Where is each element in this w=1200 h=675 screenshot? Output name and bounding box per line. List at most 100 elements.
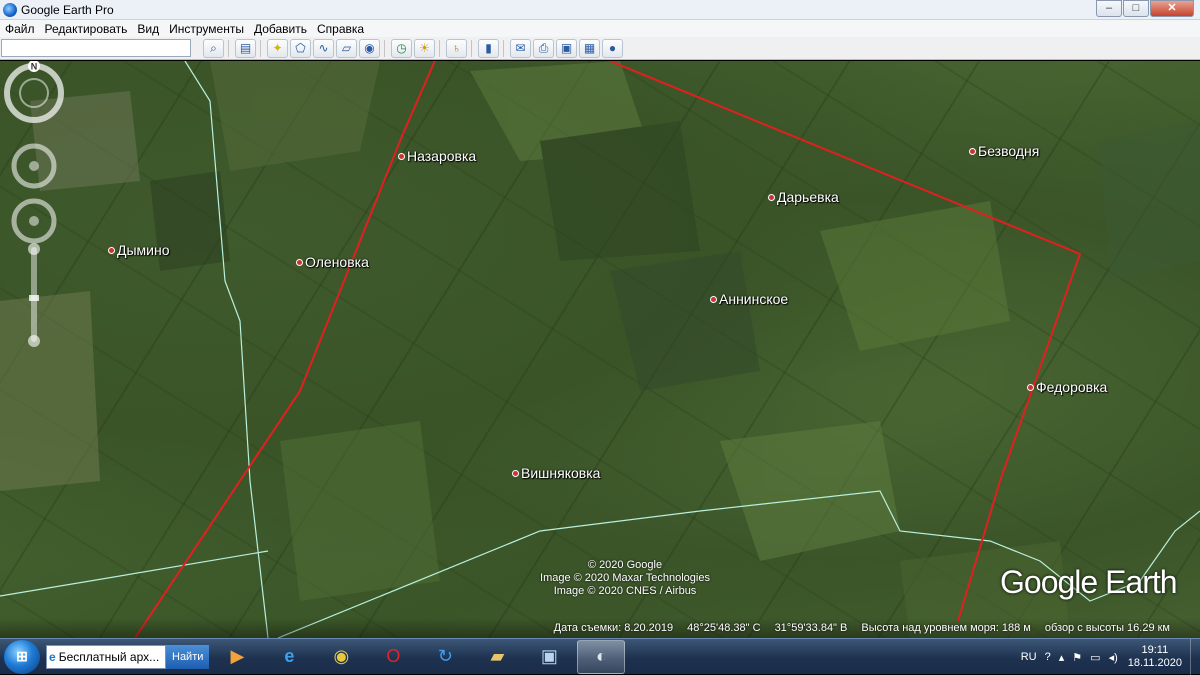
place-dymino[interactable]: Дымино [108, 242, 170, 258]
imagery-date: Дата съемки: 8.20.2019 [553, 622, 674, 634]
menu-tools[interactable]: Инструменты [164, 22, 249, 36]
menu-add[interactable]: Добавить [249, 22, 312, 36]
switch-planet-button[interactable]: ♄ [446, 38, 467, 58]
record-tour-button[interactable]: ◉ [359, 38, 380, 58]
screen-icon: ▣ [540, 646, 558, 666]
look-joystick[interactable] [11, 143, 57, 189]
placemark-pin-icon [1027, 383, 1034, 391]
taskbar-refresh-app[interactable]: ↻ [421, 640, 469, 674]
longitude-readout: 31°59'33.84" В [774, 622, 848, 634]
ie-search-icon: e [49, 649, 56, 664]
placemark-pin-icon [710, 295, 717, 303]
email-button[interactable]: ✉ [510, 38, 531, 58]
add-placemark-button[interactable]: ✦ [267, 38, 288, 58]
historical-imagery-button[interactable]: ◷ [391, 38, 412, 58]
place-anninskoe[interactable]: Аннинское [710, 291, 788, 307]
minimize-button[interactable]: – [1096, 0, 1122, 17]
map-icon: ▦ [583, 41, 596, 55]
sunlight-button[interactable]: ☀ [414, 38, 435, 58]
help-icon[interactable]: ? [1045, 651, 1051, 663]
sidebar-toggle-button[interactable]: ▤ [235, 38, 256, 58]
taskbar-search-input[interactable]: e Бесплатный арх... [46, 644, 166, 669]
zoom-slider[interactable] [28, 243, 40, 347]
save-image-icon: ▣ [560, 41, 573, 55]
place-label: Вишняковка [521, 465, 601, 481]
elevation-readout: Высота над уровнем моря: 188 м [861, 622, 1031, 634]
search-button[interactable]: ⌕ [203, 38, 224, 58]
ruler-button[interactable]: ▮ [478, 38, 499, 58]
clock-date: 18.11.2020 [1127, 657, 1182, 669]
clock[interactable]: 19:11 18.11.2020 [1128, 644, 1182, 670]
place-label: Федоровка [1036, 379, 1108, 395]
taskbar-search-button[interactable]: Найти [166, 644, 210, 669]
place-label: Дымино [117, 242, 170, 258]
place-fedorovka[interactable]: Федоровка [1027, 379, 1107, 395]
language-indicator[interactable]: RU [1021, 651, 1037, 663]
place-daryevka[interactable]: Дарьевка [768, 189, 839, 205]
start-button[interactable]: ⊞ [4, 639, 40, 674]
map-view[interactable]: Назаровка Дымино Оленовка Дарьевка Безво… [0, 61, 1200, 638]
add-path-button[interactable]: ∿ [313, 38, 334, 58]
taskbar-opera[interactable]: O [369, 640, 417, 674]
media-player-icon: ▶ [230, 646, 245, 666]
windows-taskbar: ⊞ e Бесплатный арх... Найти ▶ e ◉ O ↻ ▰ ▣… [0, 638, 1200, 675]
status-bar: Дата съемки: 8.20.2019 48°25'48.38" С 31… [0, 618, 1200, 638]
imagery-attribution: © 2020 Google Image © 2020 Maxar Technol… [490, 559, 760, 598]
move-joystick[interactable] [11, 198, 57, 244]
place-vishnyakovka[interactable]: Вишняковка [512, 465, 600, 481]
ruler-icon: ▮ [485, 41, 492, 55]
opera-icon: O [386, 646, 401, 666]
latitude-readout: 48°25'48.38" С [687, 622, 761, 634]
placemark-icon: ✦ [272, 41, 283, 55]
search-input[interactable] [1, 39, 191, 57]
earth-gallery-button[interactable]: ● [602, 38, 623, 58]
compass-ring[interactable]: N [4, 61, 64, 123]
place-bezvodnya[interactable]: Безводня [969, 143, 1039, 159]
print-icon: ⎙ [538, 40, 549, 55]
menu-help[interactable]: Справка [312, 22, 369, 36]
attribution-line: Image © 2020 Maxar Technologies [540, 572, 710, 584]
place-label: Дарьевка [777, 189, 839, 205]
search-text: Бесплатный арх... [58, 649, 160, 664]
globe-icon: ● [608, 41, 617, 55]
refresh-app-icon: ↻ [437, 646, 453, 666]
place-label: Аннинское [719, 291, 789, 307]
show-desktop-button[interactable] [1190, 639, 1200, 675]
place-nazarovka[interactable]: Назаровка [398, 148, 476, 164]
maximize-button[interactable]: □ [1123, 0, 1149, 17]
place-label: Безводня [978, 143, 1040, 159]
taskbar-screen-app[interactable]: ▣ [525, 640, 573, 674]
view-in-maps-button[interactable]: ▦ [579, 38, 600, 58]
add-polygon-button[interactable]: ⬠ [290, 38, 311, 58]
windows-logo-icon: ⊞ [16, 648, 28, 664]
placemark-pin-icon [969, 147, 976, 155]
tray-overflow-icon[interactable]: ▴ [1059, 651, 1065, 664]
network-icon[interactable]: ▭ [1090, 651, 1100, 664]
placemark-pin-icon [768, 193, 775, 201]
placemark-pin-icon [398, 152, 405, 160]
google-earth-icon: ◐ [595, 646, 607, 666]
clock-time: 19:11 [1141, 644, 1169, 656]
add-image-overlay-button[interactable]: ▱ [336, 38, 357, 58]
planet-icon: ♄ [452, 41, 461, 55]
close-button[interactable]: ✕ [1150, 0, 1194, 17]
taskbar-file-explorer[interactable]: ▰ [473, 640, 521, 674]
place-olenovka[interactable]: Оленовка [296, 254, 369, 270]
save-image-button[interactable]: ▣ [556, 38, 577, 58]
taskbar-internet-explorer[interactable]: e [265, 640, 313, 674]
print-button[interactable]: ⎙ [533, 38, 554, 58]
menu-view[interactable]: Вид [132, 22, 164, 36]
taskbar-google-earth[interactable]: ◐ [577, 639, 626, 674]
place-label: Оленовка [305, 254, 369, 270]
navigation-controls: N [4, 61, 64, 347]
system-tray: RU ? ▴ ⚑ ▭ ◂) 19:11 18.11.2020 [1017, 639, 1200, 675]
menu-file[interactable]: Файл [0, 22, 40, 36]
title-bar: Google Earth Pro – □ ✕ [0, 0, 1200, 20]
taskbar-chrome[interactable]: ◉ [317, 640, 365, 674]
path-icon: ∿ [318, 41, 329, 55]
menu-edit[interactable]: Редактировать [40, 22, 133, 36]
volume-icon[interactable]: ◂) [1109, 651, 1118, 664]
action-center-icon[interactable]: ⚑ [1072, 651, 1082, 664]
taskbar-media-player[interactable]: ▶ [213, 640, 261, 674]
sun-icon: ☀ [419, 41, 430, 55]
